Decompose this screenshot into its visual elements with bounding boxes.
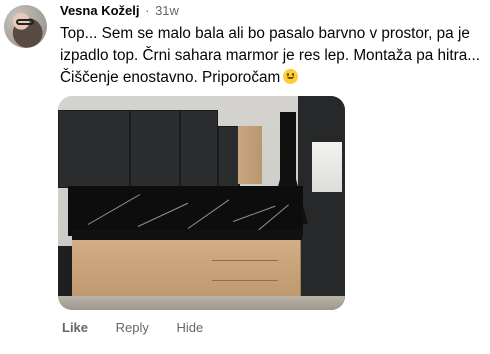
wood-panel — [238, 126, 262, 184]
upper-cabinet — [180, 110, 218, 188]
like-button[interactable]: Like — [62, 320, 88, 335]
oven — [58, 246, 72, 296]
drawer-cabinet — [212, 240, 279, 302]
drawer-divider — [212, 280, 278, 281]
base-cabinet — [278, 240, 301, 302]
author-name[interactable]: Vesna Koželj — [60, 3, 139, 18]
upper-cabinet — [58, 110, 130, 188]
comment-text-block: Top... Sem se malo bala ali bo pasalo ba… — [60, 23, 480, 89]
comment-actions: Like Reply Hide — [62, 320, 227, 336]
upper-cabinet — [218, 126, 240, 188]
avatar-glasses — [16, 19, 34, 25]
base-cabinet — [190, 240, 213, 302]
separator-dot: · — [145, 3, 150, 18]
drawer-divider — [212, 260, 278, 261]
comment-time[interactable]: 31w — [155, 3, 179, 18]
base-cabinet — [140, 240, 191, 302]
hide-button[interactable]: Hide — [177, 320, 204, 335]
tall-cabinet — [298, 96, 345, 310]
comment-meta: Vesna Koželj · 31w — [60, 2, 488, 20]
countertop — [72, 230, 302, 240]
comment-text: Top... Sem se malo bala ali bo pasalo ba… — [60, 25, 481, 86]
upper-cabinet — [130, 110, 180, 188]
marble-backsplash — [68, 186, 303, 236]
window — [312, 142, 342, 192]
smiling-face-icon — [283, 69, 299, 84]
author-avatar[interactable] — [4, 5, 47, 48]
reply-button[interactable]: Reply — [116, 320, 149, 335]
floor — [58, 296, 345, 310]
comment-photo[interactable] — [58, 96, 345, 310]
base-cabinet — [72, 240, 141, 302]
comment-bubble: Vesna Koželj · 31w Top... Sem se malo ba… — [60, 2, 488, 89]
